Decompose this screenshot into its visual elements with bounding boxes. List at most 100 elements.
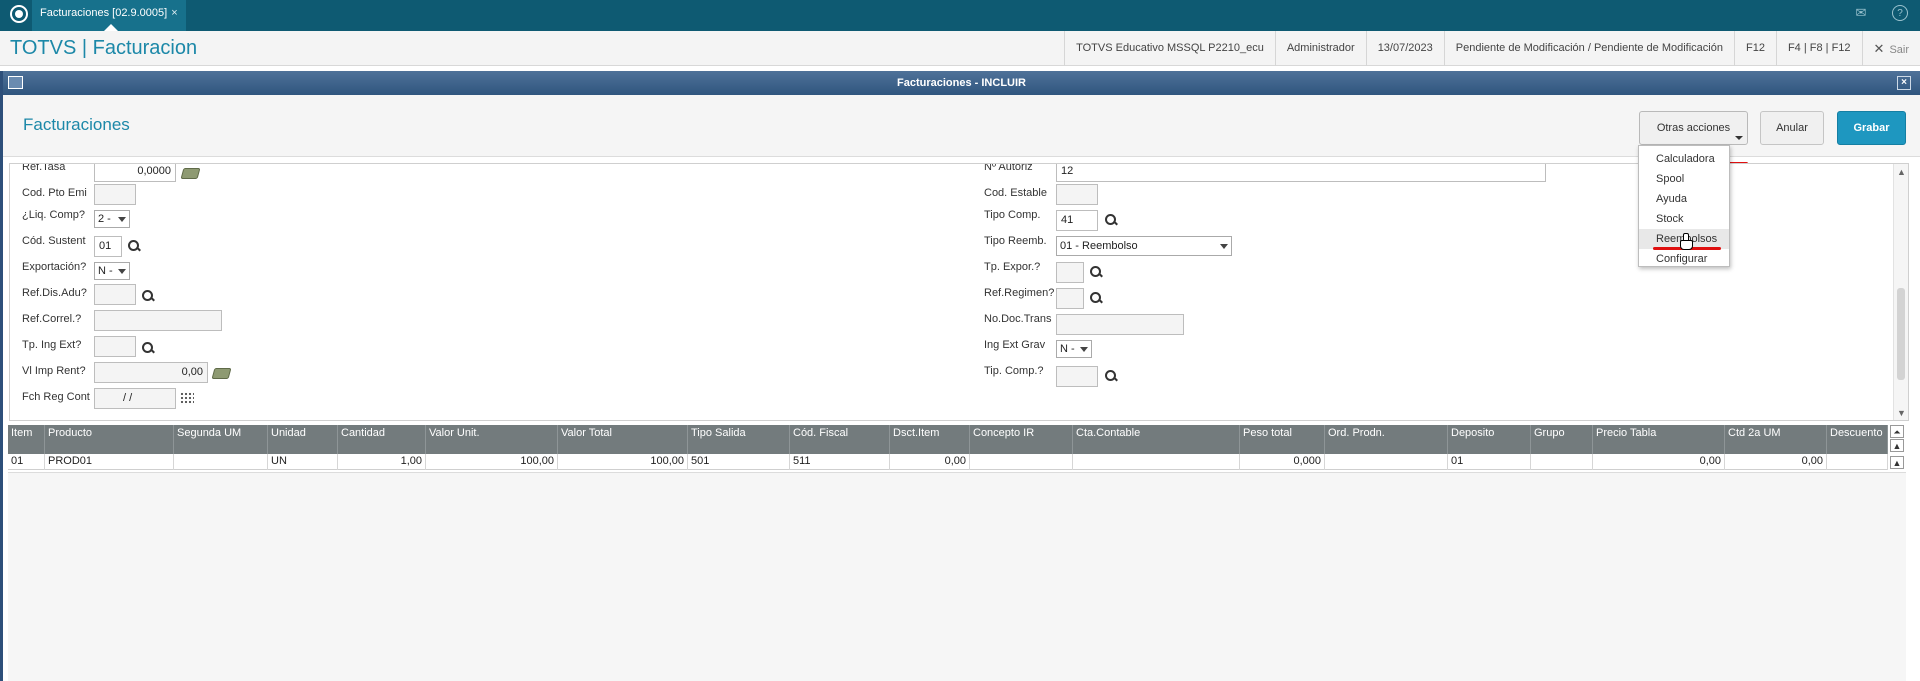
cod-estable-field[interactable] — [1056, 184, 1098, 205]
environment-info[interactable]: TOTVS Educativo MSSQL P2210_ecu — [1064, 31, 1275, 66]
money-icon[interactable] — [180, 168, 201, 179]
n-autoriz-field[interactable]: 12 — [1056, 164, 1546, 182]
key-shortcuts[interactable]: F4 | F8 | F12 — [1775, 31, 1862, 66]
column-header[interactable]: Dsct.Item — [890, 425, 970, 454]
dialog-close-icon[interactable]: × — [1897, 76, 1911, 90]
ref-regimen-field[interactable] — [1056, 288, 1084, 309]
table-cell[interactable]: 0,00 — [1593, 454, 1725, 470]
tipo-reemb-select[interactable]: 01 - Reembolso — [1056, 236, 1232, 256]
ref-dis-adu-field[interactable] — [94, 284, 136, 305]
calendar-icon[interactable] — [180, 392, 194, 405]
column-header[interactable]: Segunda UM — [174, 425, 268, 454]
column-header[interactable]: Valor Unit. — [426, 425, 558, 454]
search-icon[interactable] — [127, 239, 141, 253]
table-cell[interactable] — [1073, 454, 1240, 470]
menu-item-configurar[interactable]: Configurar — [1639, 249, 1729, 269]
table-cell[interactable]: PROD01 — [45, 454, 174, 470]
user-info[interactable]: Administrador — [1274, 31, 1366, 66]
search-icon[interactable] — [141, 289, 155, 303]
table-cell[interactable]: 501 — [688, 454, 790, 470]
ref-tasa-field[interactable]: 0,0000 — [94, 164, 176, 182]
no-doc-trans-field[interactable] — [1056, 314, 1184, 335]
column-header[interactable]: Tipo Salida — [688, 425, 790, 454]
column-header[interactable]: Descuento — [1827, 425, 1888, 454]
grabar-button[interactable]: Grabar — [1837, 111, 1906, 145]
search-icon[interactable] — [1089, 265, 1103, 279]
table-cell[interactable]: 100,00 — [558, 454, 688, 470]
table-cell[interactable] — [970, 454, 1073, 470]
status-info[interactable]: Pendiente de Modificación / Pendiente de… — [1443, 31, 1734, 66]
column-header[interactable]: Deposito — [1448, 425, 1531, 454]
table-cell[interactable]: 01 — [1448, 454, 1531, 470]
key-f12[interactable]: F12 — [1733, 31, 1776, 66]
column-header[interactable]: Grupo — [1531, 425, 1593, 454]
column-header[interactable]: Precio Tabla — [1593, 425, 1725, 454]
vl-imp-rent-field[interactable]: 0,00 — [94, 362, 208, 383]
fch-reg-cont-field[interactable]: / / — [94, 388, 176, 409]
tab-close-icon[interactable]: × — [171, 7, 177, 19]
totvs-logo-icon[interactable] — [10, 5, 28, 23]
column-header[interactable]: Cta.Contable — [1073, 425, 1240, 454]
column-header[interactable]: Unidad — [268, 425, 338, 454]
search-icon[interactable] — [1089, 291, 1103, 305]
tp-expor-field[interactable] — [1056, 262, 1084, 283]
ref-correl-field[interactable] — [94, 310, 222, 331]
table-cell[interactable]: 511 — [790, 454, 890, 470]
table-cell[interactable]: 0,00 — [1725, 454, 1827, 470]
mail-icon[interactable]: ✉ — [1853, 5, 1869, 21]
ing-ext-grav-select[interactable]: N - — [1056, 340, 1092, 358]
cod-pto-emi-field[interactable] — [94, 184, 136, 205]
column-header[interactable]: Ord. Prodn. — [1325, 425, 1448, 454]
table-cell[interactable]: 1,00 — [338, 454, 426, 470]
anular-button[interactable]: Anular — [1760, 111, 1824, 145]
table-cell[interactable] — [174, 454, 268, 470]
exit-button[interactable]: ✕ Sair — [1861, 31, 1920, 66]
scroll-up-icon[interactable]: ▲ — [1890, 456, 1904, 469]
table-cell[interactable] — [1827, 454, 1888, 470]
table-cell[interactable]: 01 — [8, 454, 45, 470]
liq-comp-select[interactable]: 2 - — [94, 210, 130, 228]
ref-correl-label: Ref.Correl.? — [22, 313, 82, 325]
cod-sustent-field[interactable]: 01 — [94, 236, 122, 257]
menu-item-ayuda[interactable]: Ayuda — [1639, 189, 1729, 209]
scrollbar-thumb[interactable] — [1897, 288, 1905, 380]
scroll-up-icon[interactable]: ▲ — [1897, 167, 1906, 177]
table-cell[interactable]: UN — [268, 454, 338, 470]
table-row[interactable]: 01 PROD01 UN 1,00 100,00 100,00 501 511 0,00 0,00… — [8, 454, 1888, 470]
column-header[interactable]: Peso total — [1240, 425, 1325, 454]
menu-item-calculadora[interactable]: Calculadora — [1639, 149, 1729, 169]
column-header[interactable]: Valor Total — [558, 425, 688, 454]
column-header[interactable]: Producto — [45, 425, 174, 454]
scroll-up-icon[interactable]: ▲ — [1890, 439, 1904, 452]
table-cell[interactable]: 100,00 — [426, 454, 558, 470]
tip-comp-field[interactable] — [1056, 366, 1098, 387]
n-autoriz-label: Nº Autoriz — [984, 163, 1033, 173]
otras-acciones-button[interactable]: Otras acciones — [1639, 111, 1748, 145]
scroll-down-icon[interactable]: ▼ — [1897, 408, 1906, 418]
table-cell[interactable] — [1531, 454, 1593, 470]
window-icon[interactable] — [8, 76, 23, 89]
column-header[interactable]: Ctd 2a UM — [1725, 425, 1827, 454]
scroll-top-icon[interactable]: ⏶ — [1890, 425, 1904, 438]
column-header[interactable]: Concepto IR — [970, 425, 1073, 454]
column-header[interactable]: Cantidad — [338, 425, 426, 454]
exportacion-select[interactable]: N - — [94, 262, 130, 280]
search-icon[interactable] — [1104, 369, 1118, 383]
date-info[interactable]: 13/07/2023 — [1365, 31, 1444, 66]
help-icon[interactable]: ? — [1892, 5, 1908, 21]
tab-facturaciones[interactable]: Facturaciones [02.9.0005] × — [32, 0, 186, 31]
table-cell[interactable]: 0,00 — [890, 454, 970, 470]
column-header[interactable]: Cód. Fiscal — [790, 425, 890, 454]
search-icon[interactable] — [1104, 213, 1118, 227]
money-icon[interactable] — [211, 368, 232, 379]
table-cell[interactable]: 0,000 — [1240, 454, 1325, 470]
column-header[interactable]: Item — [8, 425, 45, 454]
menu-item-stock[interactable]: Stock — [1639, 209, 1729, 229]
tipo-comp-field[interactable]: 41 — [1056, 210, 1098, 231]
menu-item-spool[interactable]: Spool — [1639, 169, 1729, 189]
form-scrollbar[interactable]: ▲ ▼ — [1893, 164, 1908, 420]
dialog-title: Facturaciones - INCLUIR — [897, 77, 1026, 89]
table-cell[interactable] — [1325, 454, 1448, 470]
search-icon[interactable] — [141, 341, 155, 355]
tp-ing-ext-field[interactable] — [94, 336, 136, 357]
